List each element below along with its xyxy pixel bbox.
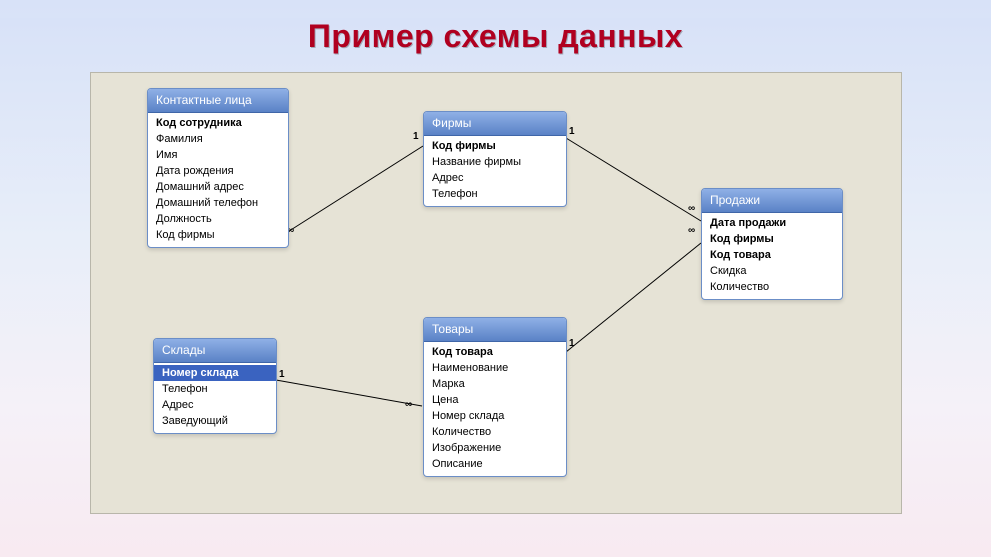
field-row[interactable]: Телефон [424,186,566,202]
table-body-sales: Дата продажиКод фирмыКод товараСкидкаКол… [702,213,842,299]
field-row[interactable]: Код фирмы [424,138,566,154]
table-title-warehouses: Склады [154,339,276,363]
field-row[interactable]: Дата продажи [702,215,842,231]
card-goods-inf-icon: ∞ [405,399,412,410]
field-row[interactable]: Количество [702,279,842,295]
card-goods-1: 1 [569,338,575,349]
table-body-warehouses: Номер складаТелефонАдресЗаведующий [154,363,276,433]
field-row[interactable]: Описание [424,456,566,472]
field-row[interactable]: Адрес [424,170,566,186]
field-row[interactable]: Фамилия [148,131,288,147]
field-row[interactable]: Код фирмы [702,231,842,247]
field-row[interactable]: Изображение [424,440,566,456]
card-firms-1b: 1 [569,126,575,137]
field-row[interactable]: Должность [148,211,288,227]
table-goods[interactable]: Товары Код товараНаименованиеМаркаЦенаНо… [423,317,567,477]
table-contacts[interactable]: Контактные лица Код сотрудникаФамилияИмя… [147,88,289,248]
field-row[interactable]: Название фирмы [424,154,566,170]
field-row[interactable]: Дата рождения [148,163,288,179]
field-row[interactable]: Наименование [424,360,566,376]
field-row[interactable]: Имя [148,147,288,163]
card-warehouses-1: 1 [279,369,285,380]
card-sales-inf-b-icon: ∞ [688,225,695,236]
page-title: Пример схемы данных [0,18,991,55]
field-row[interactable]: Марка [424,376,566,392]
field-row[interactable]: Скидка [702,263,842,279]
field-row[interactable]: Заведующий [154,413,276,429]
table-body-firms: Код фирмыНазвание фирмыАдресТелефон [424,136,566,206]
field-row[interactable]: Код сотрудника [148,115,288,131]
table-body-goods: Код товараНаименованиеМаркаЦенаНомер скл… [424,342,566,476]
field-row[interactable]: Код фирмы [148,227,288,243]
table-title-firms: Фирмы [424,112,566,136]
table-title-goods: Товары [424,318,566,342]
field-row[interactable]: Домашний телефон [148,195,288,211]
table-warehouses[interactable]: Склады Номер складаТелефонАдресЗаведующи… [153,338,277,434]
table-title-sales: Продажи [702,189,842,213]
table-sales[interactable]: Продажи Дата продажиКод фирмыКод товараС… [701,188,843,300]
field-row[interactable]: Домашний адрес [148,179,288,195]
field-row[interactable]: Цена [424,392,566,408]
card-sales-inf-a-icon: ∞ [688,203,695,214]
field-row[interactable]: Код товара [702,247,842,263]
table-firms[interactable]: Фирмы Код фирмыНазвание фирмыАдресТелефо… [423,111,567,207]
card-firms-1: 1 [413,131,419,142]
field-row[interactable]: Количество [424,424,566,440]
field-row[interactable]: Адрес [154,397,276,413]
field-row[interactable]: Телефон [154,381,276,397]
table-title-contacts: Контактные лица [148,89,288,113]
field-row[interactable]: Номер склада [154,365,276,381]
table-body-contacts: Код сотрудникаФамилияИмяДата рожденияДом… [148,113,288,247]
field-row[interactable]: Номер склада [424,408,566,424]
diagram-canvas: ∞ 1 1 ∞ 1 ∞ 1 ∞ Контактные лица Код сотр… [90,72,902,514]
field-row[interactable]: Код товара [424,344,566,360]
